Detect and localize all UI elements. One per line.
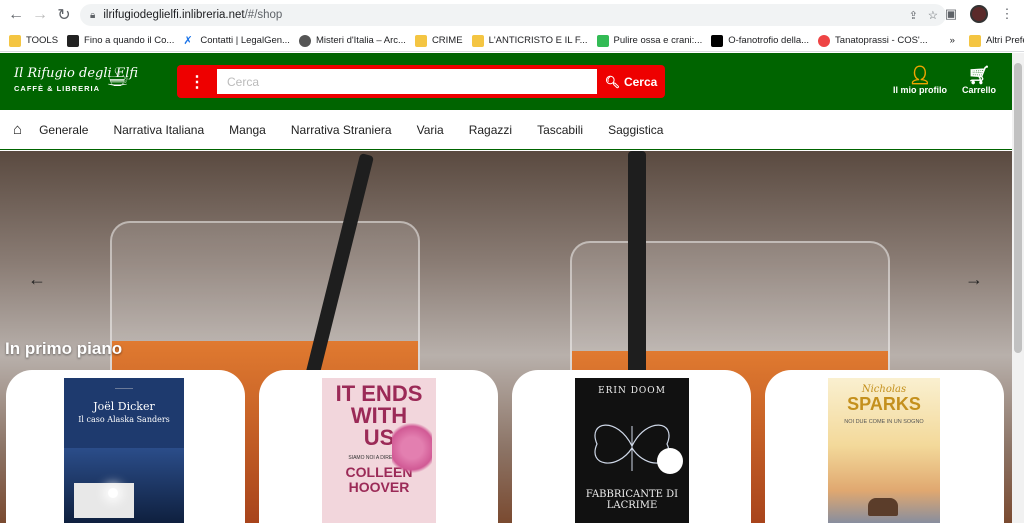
url-host: ilrifugiodeglielfi.inlibreria.net (103, 9, 245, 21)
browser-toolbar: ← → ↻ 🔒︎ ilrifugiodeglielfi.inlibreria.n… (0, 0, 1024, 30)
bookmark-item[interactable]: Tanatoprassi - COS'... (818, 34, 928, 47)
folder-icon (471, 34, 484, 47)
scrollbar-thumb[interactable] (1014, 63, 1022, 353)
search-menu-icon[interactable]: ⋮ (177, 65, 217, 98)
category-generale[interactable]: Generale (39, 123, 88, 137)
search-button[interactable]: 🔍︎ Cerca (597, 65, 665, 98)
carousel-prev-icon[interactable]: ← (28, 269, 46, 290)
menu-icon[interactable]: ⋮ (998, 6, 1016, 22)
carousel-next-icon[interactable]: → (965, 269, 983, 290)
address-bar[interactable]: 🔒︎ ilrifugiodeglielfi.inlibreria.net/#/s… (80, 4, 946, 26)
category-narrativa-italiana[interactable]: Narrativa Italiana (113, 123, 204, 137)
book-cover[interactable]: ERIN DOOM FABBRICANTE DI LACRIME (575, 378, 689, 523)
site-icon (67, 34, 80, 47)
category-nav: ⌂ Generale Narrativa Italiana Manga Narr… (0, 110, 1012, 150)
site-header: Il Rifugio degli Elfi CAFFÈ & LIBRERIA ☕… (0, 53, 1012, 110)
cart-icon: 🛒︎ (967, 65, 991, 85)
bookmark-item[interactable]: Altri Preferiti (968, 34, 1024, 47)
category-varia[interactable]: Varia (417, 123, 444, 137)
site-icon (711, 34, 724, 47)
bookmarks-overflow[interactable]: » (950, 35, 955, 46)
book-cover[interactable]: ——— Joël Dicker Il caso Alaska Sanders (64, 378, 184, 523)
bookmark-item[interactable]: Pulire ossa e crani:... (596, 34, 702, 47)
category-tascabili[interactable]: Tascabili (537, 123, 583, 137)
reload-icon[interactable]: ↻ (52, 3, 76, 27)
book-cover[interactable]: Nicholas SPARKS NOI DUE COME IN UN SOGNO (828, 378, 940, 523)
profile-button[interactable]: 👤︎ Il mio profilo (893, 65, 947, 95)
book-cover[interactable]: IT ENDS WITH US SIAMO NOI A DIRE BASTA C… (322, 378, 436, 523)
folder-icon (414, 34, 427, 47)
category-manga[interactable]: Manga (229, 123, 266, 137)
search-bar: ⋮ 🔍︎Cerca (177, 65, 665, 98)
bookmark-item[interactable]: TOOLS (9, 34, 58, 47)
category-saggistica[interactable]: Saggistica (608, 123, 663, 137)
star-icon[interactable]: ☆ (928, 8, 938, 22)
straw-image (628, 151, 646, 381)
hero-carousel: ← → In primo piano ——— Joël Dicker Il ca… (0, 151, 1012, 523)
bookmark-item[interactable]: L'ANTICRISTO E IL F... (471, 34, 588, 47)
cart-button[interactable]: 🛒︎ Carrello (962, 65, 996, 95)
bookmark-item[interactable]: ✗ Contatti | LegalGen... (183, 35, 290, 47)
search-icon: 🔍︎ (604, 74, 620, 89)
bookmarks-bar: TOOLS Fino a quando il Co... ✗ Contatti |… (0, 30, 1024, 52)
bookmark-item[interactable]: Misteri d'Italia – Arc... (298, 34, 406, 47)
globe-icon (298, 34, 311, 47)
page-scrollbar[interactable] (1012, 53, 1024, 523)
coffee-cup-icon: ☕︎ (106, 62, 130, 92)
bookmark-item[interactable]: Fino a quando il Co... (67, 34, 174, 47)
site-logo[interactable]: Il Rifugio degli Elfi CAFFÈ & LIBRERIA ☕… (14, 62, 138, 93)
book-card[interactable]: IT ENDS WITH US SIAMO NOI A DIRE BASTA C… (259, 370, 498, 523)
book-card[interactable]: ——— Joël Dicker Il caso Alaska Sanders (6, 370, 245, 523)
avatar[interactable] (970, 5, 988, 23)
category-narrativa-straniera[interactable]: Narrativa Straniera (291, 123, 392, 137)
forward-icon[interactable]: → (28, 3, 52, 27)
folder-icon (968, 34, 981, 47)
side-panel-icon[interactable]: ▣ (942, 6, 960, 22)
share-icon[interactable]: ⇪ (909, 9, 918, 22)
book-card[interactable]: Nicholas SPARKS NOI DUE COME IN UN SOGNO (765, 370, 1004, 523)
lock-icon: 🔒︎ (90, 9, 96, 21)
url-path: /#/shop (244, 9, 283, 21)
category-ragazzi[interactable]: Ragazzi (469, 123, 512, 137)
bookmark-item[interactable]: CRIME (414, 34, 463, 47)
search-input[interactable] (217, 69, 597, 94)
site-icon (596, 34, 609, 47)
user-icon: 👤︎ (908, 65, 932, 85)
x-icon: ✗ (183, 34, 193, 47)
back-icon[interactable]: ← (4, 3, 28, 27)
home-icon[interactable]: ⌂ (13, 121, 22, 138)
bookmark-item[interactable]: O-fanotrofio della... (711, 34, 809, 47)
book-card[interactable]: ERIN DOOM FABBRICANTE DI LACRIME (512, 370, 751, 523)
joomla-icon (818, 34, 831, 47)
folder-icon (9, 34, 21, 47)
featured-heading: In primo piano (5, 339, 123, 358)
